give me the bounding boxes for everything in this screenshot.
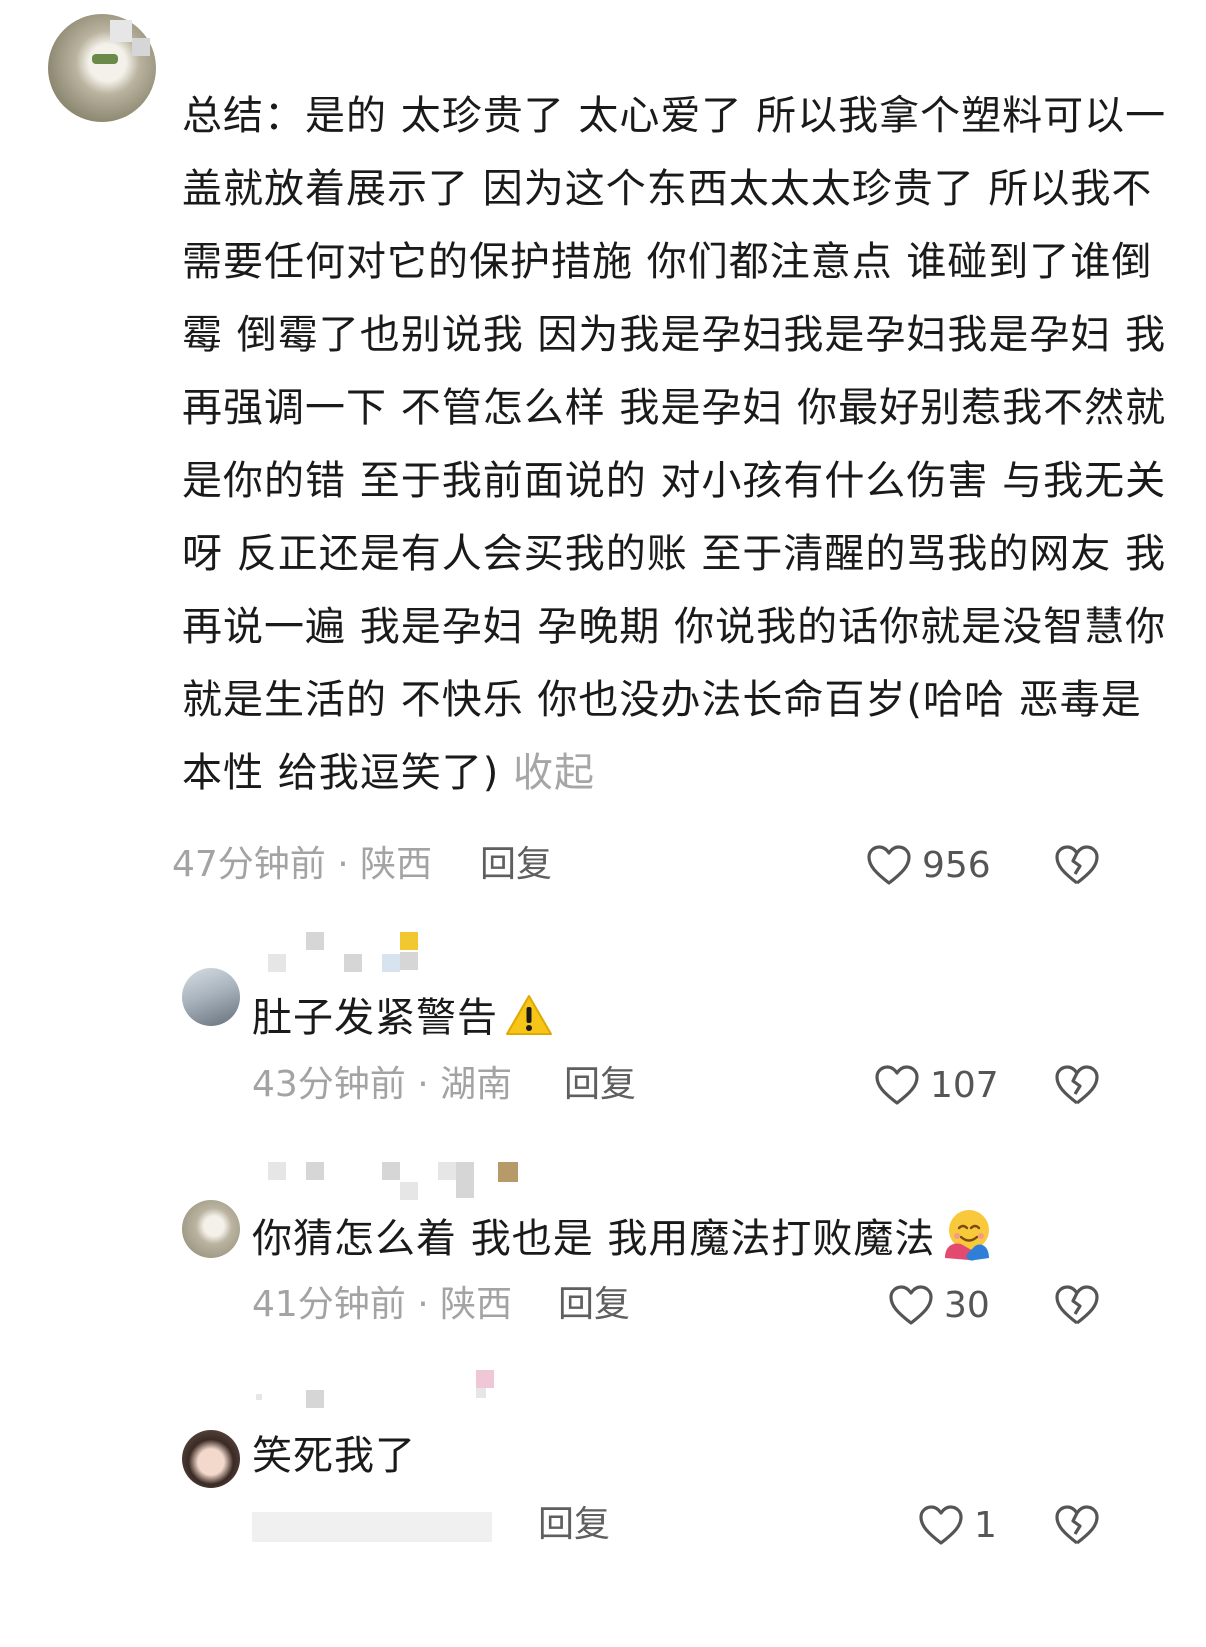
username-redacted bbox=[476, 1370, 494, 1388]
comment-body: 总结：是的 太珍贵了 太心爱了 所以我拿个塑料可以一盖就放着展示了 因为这个东西… bbox=[182, 93, 1167, 796]
username-redacted bbox=[256, 1394, 262, 1400]
dislike-button[interactable] bbox=[1054, 1060, 1100, 1110]
dislike-button[interactable] bbox=[1054, 1500, 1100, 1550]
like-button[interactable]: 107 bbox=[874, 1060, 999, 1110]
reply-text: 你猜怎么着 我也是 我用魔法打败魔法 bbox=[252, 1206, 995, 1266]
dislike-button[interactable] bbox=[1054, 1280, 1100, 1330]
username-redacted bbox=[400, 952, 418, 970]
username-redacted bbox=[306, 1390, 324, 1408]
username-redacted bbox=[400, 932, 418, 950]
username-redacted bbox=[306, 1162, 324, 1180]
username-redacted bbox=[382, 954, 400, 972]
like-count: 30 bbox=[944, 1284, 990, 1326]
like-count: 1 bbox=[974, 1504, 997, 1546]
dislike-button[interactable] bbox=[1054, 840, 1100, 890]
like-button[interactable]: 956 bbox=[866, 840, 991, 890]
broken-heart-icon bbox=[1055, 1285, 1099, 1325]
username-redacted bbox=[344, 954, 362, 972]
username-redacted bbox=[268, 1162, 286, 1180]
reply-text: 肚子发紧警告 bbox=[252, 988, 554, 1048]
comment-text: 总结：是的 太珍贵了 太心爱了 所以我拿个塑料可以一盖就放着展示了 因为这个东西… bbox=[182, 80, 1182, 810]
username-redacted bbox=[306, 932, 324, 950]
reply-text-body: 你猜怎么着 我也是 我用魔法打败魔法 bbox=[252, 1216, 936, 1262]
collapse-link[interactable]: 收起 bbox=[513, 750, 595, 796]
comment-time-location: 41分钟前 · 陕西 bbox=[252, 1284, 513, 1325]
avatar[interactable] bbox=[182, 1430, 240, 1488]
broken-heart-icon bbox=[1055, 1065, 1099, 1105]
broken-heart-icon bbox=[1055, 845, 1099, 885]
avatar[interactable] bbox=[182, 1200, 240, 1258]
username-redacted bbox=[498, 1162, 518, 1182]
comment-time-location: 43分钟前 · 湖南 bbox=[252, 1064, 513, 1105]
broken-heart-icon bbox=[1055, 1505, 1099, 1545]
reply-button[interactable]: 回复 bbox=[558, 1280, 630, 1330]
reply-text-body: 肚子发紧警告 bbox=[252, 995, 498, 1041]
reply-button[interactable]: 回复 bbox=[538, 1500, 610, 1550]
heart-icon bbox=[889, 1285, 933, 1325]
username-redacted bbox=[268, 954, 286, 972]
comment-time-location: 47分钟前 · 陕西 bbox=[172, 844, 433, 885]
username-redacted bbox=[382, 1162, 400, 1180]
avatar[interactable] bbox=[182, 968, 240, 1026]
like-button[interactable]: 30 bbox=[888, 1280, 990, 1330]
comment-time-location-redacted bbox=[252, 1512, 492, 1542]
like-button[interactable]: 1 bbox=[918, 1500, 997, 1550]
username-redacted bbox=[132, 38, 150, 56]
like-count: 107 bbox=[930, 1064, 999, 1106]
like-count: 956 bbox=[922, 844, 991, 886]
username-redacted bbox=[400, 1182, 418, 1200]
username-redacted bbox=[476, 1388, 486, 1398]
username-redacted bbox=[456, 1162, 474, 1198]
reply-button[interactable]: 回复 bbox=[480, 840, 552, 890]
reply-button[interactable]: 回复 bbox=[564, 1060, 636, 1110]
heart-icon bbox=[875, 1065, 919, 1105]
heart-icon bbox=[867, 845, 911, 885]
username-redacted bbox=[110, 20, 132, 42]
heart-icon bbox=[919, 1505, 963, 1545]
avatar[interactable] bbox=[48, 14, 156, 122]
warning-icon bbox=[506, 995, 552, 1035]
hugging-face-icon bbox=[945, 1210, 990, 1261]
reply-text: 笑死我了 bbox=[252, 1433, 416, 1479]
username-redacted bbox=[438, 1162, 456, 1180]
